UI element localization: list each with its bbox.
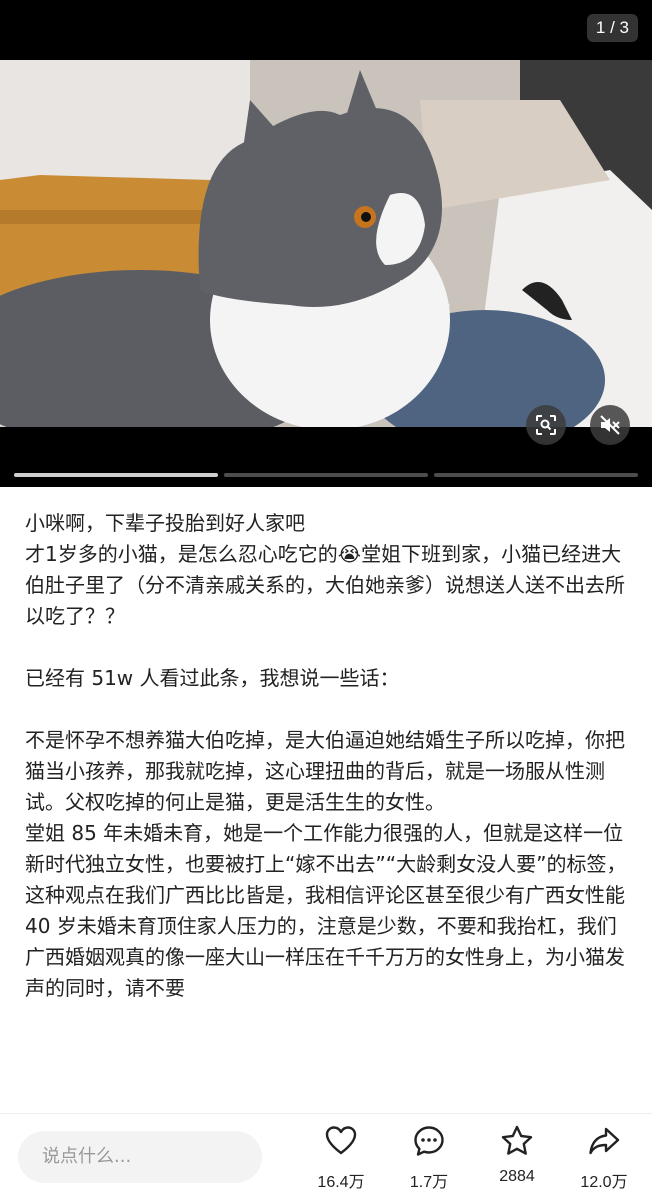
favorite-button[interactable]: 2884 [477, 1122, 557, 1198]
comment-button[interactable]: 1.7万 [389, 1122, 469, 1198]
pager-segment-2 [224, 473, 428, 477]
image-counter: 1 / 3 [586, 14, 638, 42]
comment-count: 1.7万 [409, 1174, 449, 1191]
post-paragraph-2: 已经有 51w 人看过此条，我想说一些话： [25, 666, 400, 690]
post-content: 小咪啊，下辈子投胎到好人家吧 才1岁多的小猫，是怎么忍心吃它的😭堂姐下班到家，小… [25, 508, 635, 1113]
share-button[interactable]: 12.0万 [564, 1122, 644, 1198]
post-paragraph-4: 堂姐 85 年未婚未育，她是一个工作能力很强的人，但就是这样一位新时代独立女性，… [25, 821, 632, 1000]
mute-button[interactable] [590, 405, 630, 445]
comment-icon [414, 1126, 444, 1156]
like-button[interactable]: 16.4万 [301, 1122, 381, 1198]
pager-segment-3 [434, 473, 638, 477]
post-paragraph-1: 才1岁多的小猫，是怎么忍心吃它的😭堂姐下班到家，小猫已经进大伯肚子里了（分不清亲… [25, 542, 625, 628]
post-title: 小咪啊，下辈子投胎到好人家吧 [25, 511, 305, 535]
media-viewer[interactable]: 1 / 3 [0, 0, 652, 487]
comment-input[interactable]: 说点什么... [18, 1131, 262, 1183]
bottom-action-bar: 说点什么... 16.4万 1.7万 2884 12.0万 [0, 1113, 652, 1201]
post-paragraph-3: 不是怀孕不想养猫大伯吃掉，是大伯逼迫她结婚生子所以吃掉，你把猫当小孩养，那我就吃… [25, 728, 625, 814]
scan-icon [536, 415, 556, 435]
like-count: 16.4万 [317, 1174, 365, 1191]
share-count: 12.0万 [580, 1174, 628, 1191]
cat-photo[interactable] [0, 60, 652, 427]
share-icon [589, 1127, 620, 1155]
favorite-count: 2884 [499, 1168, 535, 1185]
heart-icon [325, 1126, 357, 1155]
scan-button[interactable] [526, 405, 566, 445]
mute-icon [600, 415, 620, 435]
image-pager [14, 473, 638, 477]
star-icon [501, 1125, 533, 1155]
pager-segment-1 [14, 473, 218, 477]
